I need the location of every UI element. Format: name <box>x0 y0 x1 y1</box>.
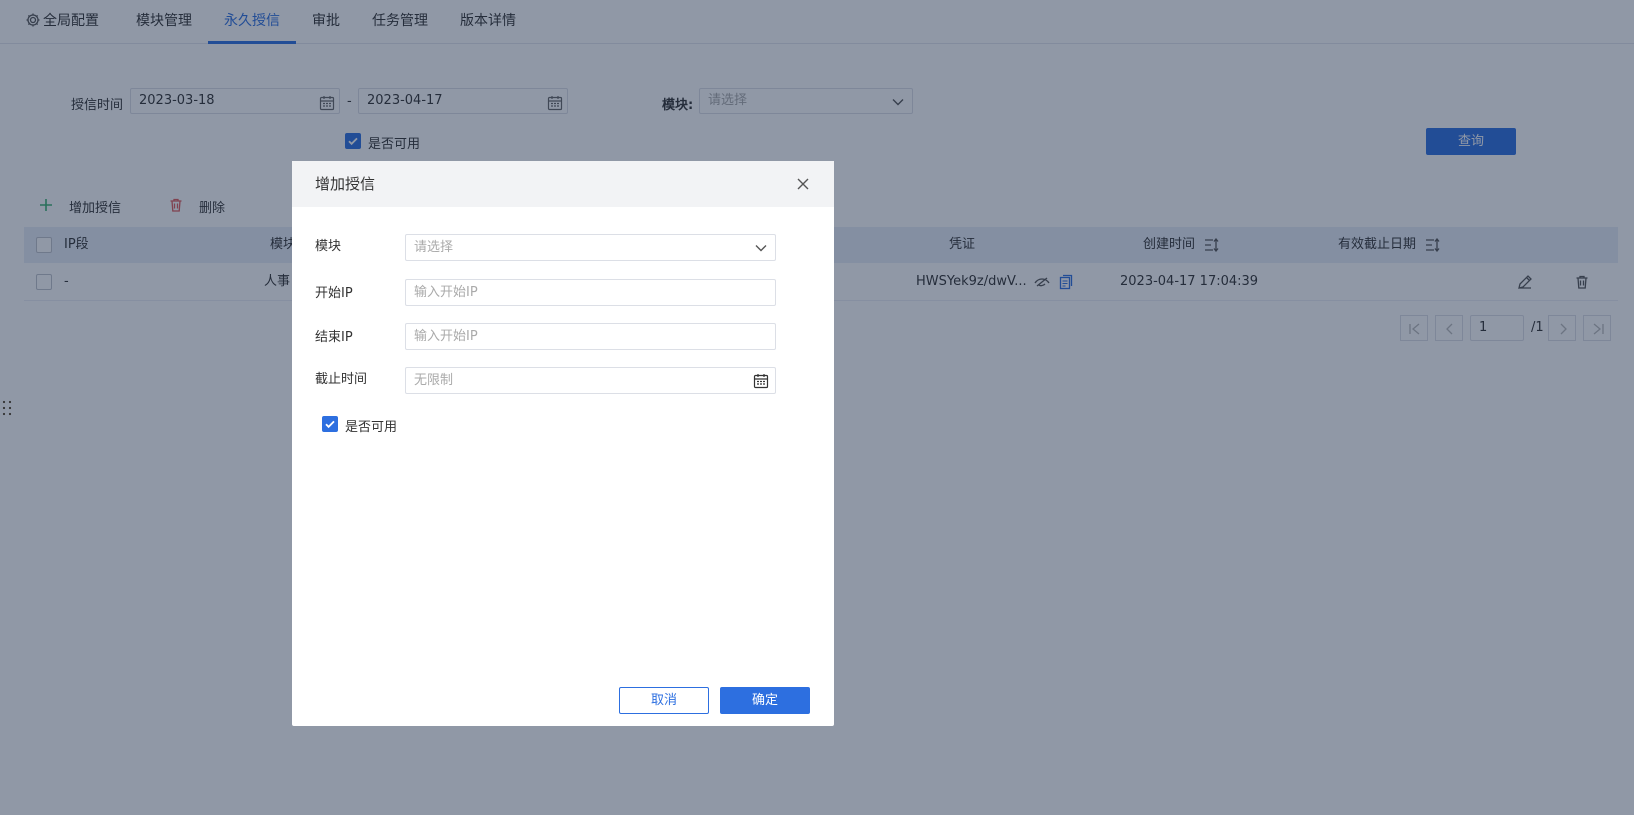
deadline-placeholder: 无限制 <box>414 373 454 388</box>
dialog-enabled-label: 是否可用 <box>345 420 398 435</box>
start-ip-placeholder: 输入开始IP <box>414 285 478 300</box>
dialog-title: 增加授信 <box>315 175 376 193</box>
module-select-placeholder: 请选择 <box>414 240 454 255</box>
calendar-icon[interactable] <box>753 373 769 389</box>
deadline-input[interactable]: 无限制 <box>405 367 776 394</box>
check-icon <box>325 420 335 429</box>
confirm-button[interactable]: 确定 <box>720 687 810 714</box>
end-ip-input[interactable]: 输入开始IP <box>405 323 776 350</box>
start-ip-input[interactable]: 输入开始IP <box>405 279 776 306</box>
deadline-label: 截止时间 <box>315 372 368 387</box>
module-select[interactable]: 请选择 <box>405 234 776 261</box>
start-ip-label: 开始IP <box>315 286 353 301</box>
end-ip-label: 结束IP <box>315 330 353 345</box>
cancel-button[interactable]: 取消 <box>619 687 709 714</box>
dialog-enabled-checkbox[interactable] <box>322 416 338 432</box>
chevron-down-icon <box>755 245 767 252</box>
close-icon[interactable] <box>796 177 810 191</box>
dialog-header: 增加授信 <box>292 161 834 207</box>
drag-handle-icon[interactable] <box>2 399 12 417</box>
module-label: 模块 <box>315 239 342 254</box>
end-ip-placeholder: 输入开始IP <box>414 329 478 344</box>
add-credit-dialog: 增加授信 模块 请选择 开始IP 输入开始IP 结束IP 输入开始IP 截止时间… <box>292 161 834 726</box>
